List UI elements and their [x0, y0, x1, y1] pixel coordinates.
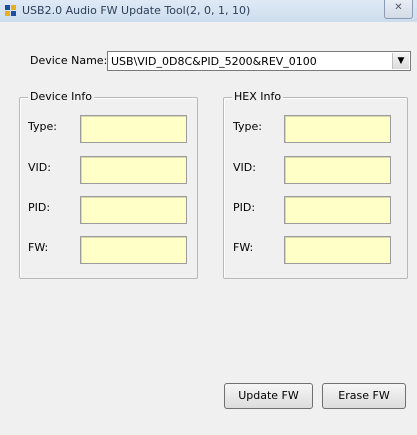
hex-fw-field	[284, 236, 391, 264]
title-bar: USB2.0 Audio FW Update Tool(2, 0, 1, 10)…	[0, 0, 417, 22]
device-vid-field	[80, 156, 187, 184]
hex-info-group: HEX Info Type: VID: PID: FW:	[223, 90, 408, 279]
hex-pid-label: PID:	[233, 201, 256, 214]
device-info-group: Device Info Type: VID: PID: FW:	[19, 90, 198, 279]
device-type-field	[80, 115, 187, 143]
usb-app-icon	[5, 5, 16, 16]
chevron-down-icon[interactable]: ▼	[392, 53, 409, 69]
close-icon: ✕	[394, 2, 403, 13]
device-info-title: Device Info	[28, 90, 94, 103]
hex-type-field	[284, 115, 391, 143]
hex-pid-field	[284, 196, 391, 224]
device-fw-field	[80, 236, 187, 264]
hex-fw-label: FW:	[233, 241, 254, 254]
window-title: USB2.0 Audio FW Update Tool(2, 0, 1, 10)	[22, 4, 251, 17]
erase-fw-button[interactable]: Erase FW	[322, 383, 406, 409]
hex-info-title: HEX Info	[232, 90, 284, 103]
hex-vid-field	[284, 156, 391, 184]
device-name-dropdown[interactable]: USB\VID_0D8C&PID_5200&REV_0100 ▼	[107, 51, 411, 71]
device-pid-label: PID:	[28, 201, 51, 214]
device-fw-label: FW:	[28, 241, 49, 254]
hex-vid-label: VID:	[233, 161, 256, 174]
device-name-label: Device Name:	[30, 54, 108, 67]
device-type-label: Type:	[28, 120, 57, 133]
update-fw-button[interactable]: Update FW	[224, 383, 313, 409]
device-name-value: USB\VID_0D8C&PID_5200&REV_0100	[111, 55, 317, 68]
device-vid-label: VID:	[28, 161, 51, 174]
device-pid-field	[80, 196, 187, 224]
close-button[interactable]: ✕	[384, 0, 413, 19]
hex-type-label: Type:	[233, 120, 262, 133]
